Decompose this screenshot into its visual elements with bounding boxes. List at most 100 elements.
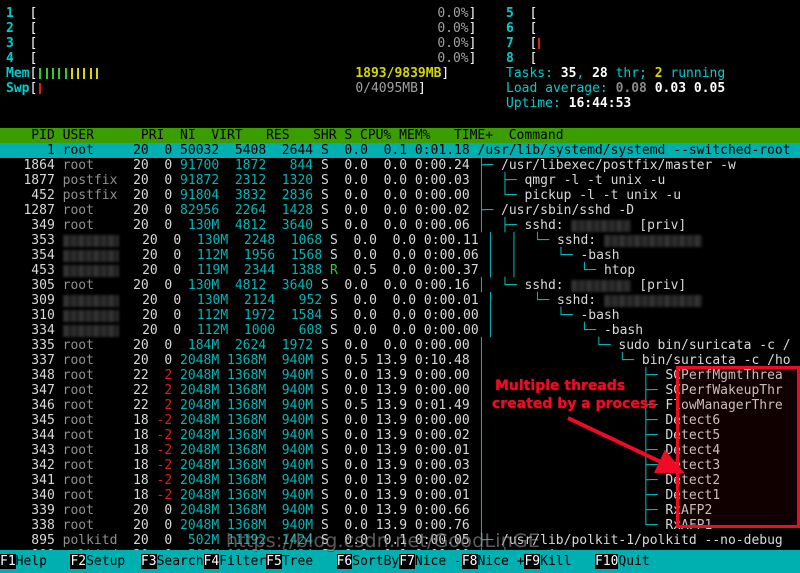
fkey-f3-number[interactable]: F3 — [140, 554, 157, 569]
fkey-f7-label[interactable]: Nice - — [414, 554, 462, 569]
table-row[interactable]: 347 root 22 2 2048M 1368M 940M S 0.0 13.… — [0, 383, 800, 398]
cell-tree: │ ├─ — [477, 503, 666, 518]
fkey-f9-number[interactable]: F9 — [524, 554, 541, 569]
cell-gap3 — [470, 368, 478, 383]
cpu-meter-2-bar — [37, 21, 437, 36]
table-row[interactable]: 1877 postfix 20 0 91872 2312 1320 S 0.0 … — [0, 173, 800, 188]
table-row[interactable]: 354 20 0 112M 1956 1568 S 0.0 0.0 0:00.0… — [0, 248, 800, 263]
fkey-f2-label[interactable]: Setup — [86, 554, 141, 569]
cell-pid: 342 — [0, 458, 55, 473]
htop-terminal-screen: 1 [0.0%] 2 [0.0%] 3 [0.0%] 4 [0.0%] Mem[1893… — [0, 0, 800, 573]
table-row[interactable]: 305 root 20 0 130M 4812 3640 S 0.0 0.0 0… — [0, 278, 800, 293]
process-table-header[interactable]: PID USER PRI NI VIRT RES SHR S CPU% MEM%… — [0, 128, 800, 143]
cell-ni: 0 — [157, 323, 182, 338]
fkey-f6-number[interactable]: F6 — [336, 554, 353, 569]
cpu-meter-8-label: 8 — [506, 51, 530, 66]
cell-state: S — [320, 383, 329, 398]
cell-time: 0:00.01 — [407, 443, 470, 458]
process-table-rows[interactable]: 1 root 20 0 50032 5408 2644 S 0.0 0.1 0:… — [0, 143, 800, 550]
table-row[interactable]: 346 root 22 2 2048M 1368M 940M S 0.5 13.… — [0, 398, 800, 413]
fkey-f3-label[interactable]: Search — [156, 554, 204, 569]
fkey-f4-label[interactable]: Filter — [219, 554, 267, 569]
fkey-f8-label[interactable]: Nice + — [477, 554, 525, 569]
table-row[interactable]: 341 root 18 -2 2048M 1368M 940M S 0.0 13… — [0, 473, 800, 488]
table-row[interactable]: 1287 root 20 0 82956 2264 1428 S 0.0 0.0… — [0, 203, 800, 218]
fkey-f1-number[interactable]: F1 — [0, 554, 16, 569]
table-row[interactable]: 348 root 22 2 2048M 1368M 940M S 0.0 13.… — [0, 368, 800, 383]
cell-gap3 — [470, 488, 478, 503]
cell-res: 1368M — [219, 398, 267, 413]
site-watermark: https://blog.csdn.net/GoodLinGE — [226, 530, 541, 552]
cell-gap3 — [479, 233, 487, 248]
fkey-f6-label[interactable]: SortBy — [352, 554, 400, 569]
table-row[interactable]: 339 root 20 0 2048M 1368M 940M S 0.0 13.… — [0, 503, 800, 518]
cell-ni: -2 — [148, 443, 173, 458]
cell-gap2 — [313, 458, 321, 473]
cell-ni: 0 — [157, 248, 182, 263]
cell-tree: │ └─ — [477, 353, 642, 368]
cell-command: htop — [603, 263, 636, 278]
cell-pri: 20 — [125, 203, 149, 218]
fkey-f10-number[interactable]: F10 — [594, 554, 619, 569]
table-row[interactable]: 337 root 20 0 2048M 1368M 940M S 0.5 13.… — [0, 353, 800, 368]
cell-time: 0:00.11 — [416, 233, 479, 248]
cell-command: bin/suricata -c /ho — [641, 353, 791, 368]
table-row[interactable]: 349 root 20 0 130M 4812 3640 S 0.0 0.0 0… — [0, 218, 800, 233]
tasks-total: 35 — [560, 66, 577, 81]
cell-virt: 2048M — [172, 368, 220, 383]
table-row[interactable]: 310 20 0 112M 1972 1584 S 0.0 0.0 0:00.0… — [0, 308, 800, 323]
cpu-meter-column-right: 5 [6 [7 [8 [Tasks: 35, 28 thr; 2 running… — [506, 6, 800, 111]
fkey-f5-label[interactable]: Tree — [281, 554, 337, 569]
cell-state: S — [329, 233, 338, 248]
cell-gap2 — [313, 173, 321, 188]
load-label: Load average: — [506, 81, 616, 96]
cell-gap — [55, 143, 63, 158]
fkey-f2-number[interactable]: F2 — [70, 554, 87, 569]
cell-gap3 — [470, 458, 478, 473]
cpu-meter-1-label: 1 — [6, 6, 30, 21]
fkey-f5-number[interactable]: F5 — [266, 554, 282, 569]
table-row[interactable]: 335 root 20 0 184M 2624 1972 S 0.0 0.0 0… — [0, 338, 800, 353]
cell-tree: │ └─ — [486, 308, 581, 323]
function-key-bar[interactable]: F1Help F2Setup F3SearchF4FilterF5Tree F6… — [0, 550, 800, 573]
fkey-f4-number[interactable]: F4 — [203, 554, 220, 569]
cell-virt: 130M — [172, 218, 220, 233]
cell-res: 1368M — [219, 503, 267, 518]
table-row[interactable]: 1864 root 20 0 91700 1872 844 S 0.0 0.0 … — [0, 158, 800, 173]
table-row[interactable]: 334 20 0 112M 1000 608 S 0.0 0.0 0:00.00… — [0, 323, 800, 338]
cell-pid: 338 — [0, 518, 55, 533]
table-row[interactable]: 309 20 0 130M 2124 952 S 0.0 0.0 0:00.01… — [0, 293, 800, 308]
cell-res: 2248 — [228, 233, 276, 248]
cell-tree: │ └─ — [477, 278, 525, 293]
fkey-f8-number[interactable]: F8 — [461, 554, 478, 569]
cpu-meter-2-percent: 0.0% — [437, 21, 469, 36]
table-row[interactable]: 452 postfix 20 0 91804 3832 2836 S 0.0 0… — [0, 188, 800, 203]
fkey-f10-label[interactable]: Quit — [618, 554, 674, 569]
fkey-f7-number[interactable]: F7 — [399, 554, 415, 569]
fkey-f1-label[interactable]: Help — [15, 554, 71, 569]
cell-pri: 22 — [125, 383, 149, 398]
cell-shr: 1972 — [266, 338, 314, 353]
cell-res: 1368M — [219, 368, 267, 383]
swap-meter-label: Swp — [6, 81, 30, 96]
cell-shr: 940M — [266, 503, 314, 518]
cell-cpu: 0.5 — [328, 398, 368, 413]
cell-pid: 334 — [0, 323, 55, 338]
cell-gap — [55, 428, 63, 443]
cell-ni: 0 — [148, 338, 173, 353]
table-row[interactable]: 453 20 0 119M 2344 1388 R 0.5 0.0 0:00.3… — [0, 263, 800, 278]
cell-pid: 452 — [0, 188, 55, 203]
table-row[interactable]: 340 root 18 -2 2048M 1368M 940M S 0.0 13… — [0, 488, 800, 503]
cell-cpu: 0.0 — [337, 248, 377, 263]
cpu-meter-6-label: 6 — [506, 21, 530, 36]
cell-shr: 1320 — [266, 173, 314, 188]
fkey-f9-label[interactable]: Kill — [540, 554, 595, 569]
cell-pri: 20 — [134, 308, 158, 323]
table-row[interactable]: 1 root 20 0 50032 5408 2644 S 0.0 0.1 0:… — [0, 143, 800, 158]
cell-gap — [55, 218, 63, 233]
table-row[interactable]: 353 20 0 130M 2248 1068 S 0.0 0.0 0:00.1… — [0, 233, 800, 248]
cell-virt: 2048M — [172, 488, 220, 503]
cell-gap3 — [479, 293, 487, 308]
cell-tree: │ └─ — [486, 293, 557, 308]
cell-virt: 2048M — [172, 383, 220, 398]
